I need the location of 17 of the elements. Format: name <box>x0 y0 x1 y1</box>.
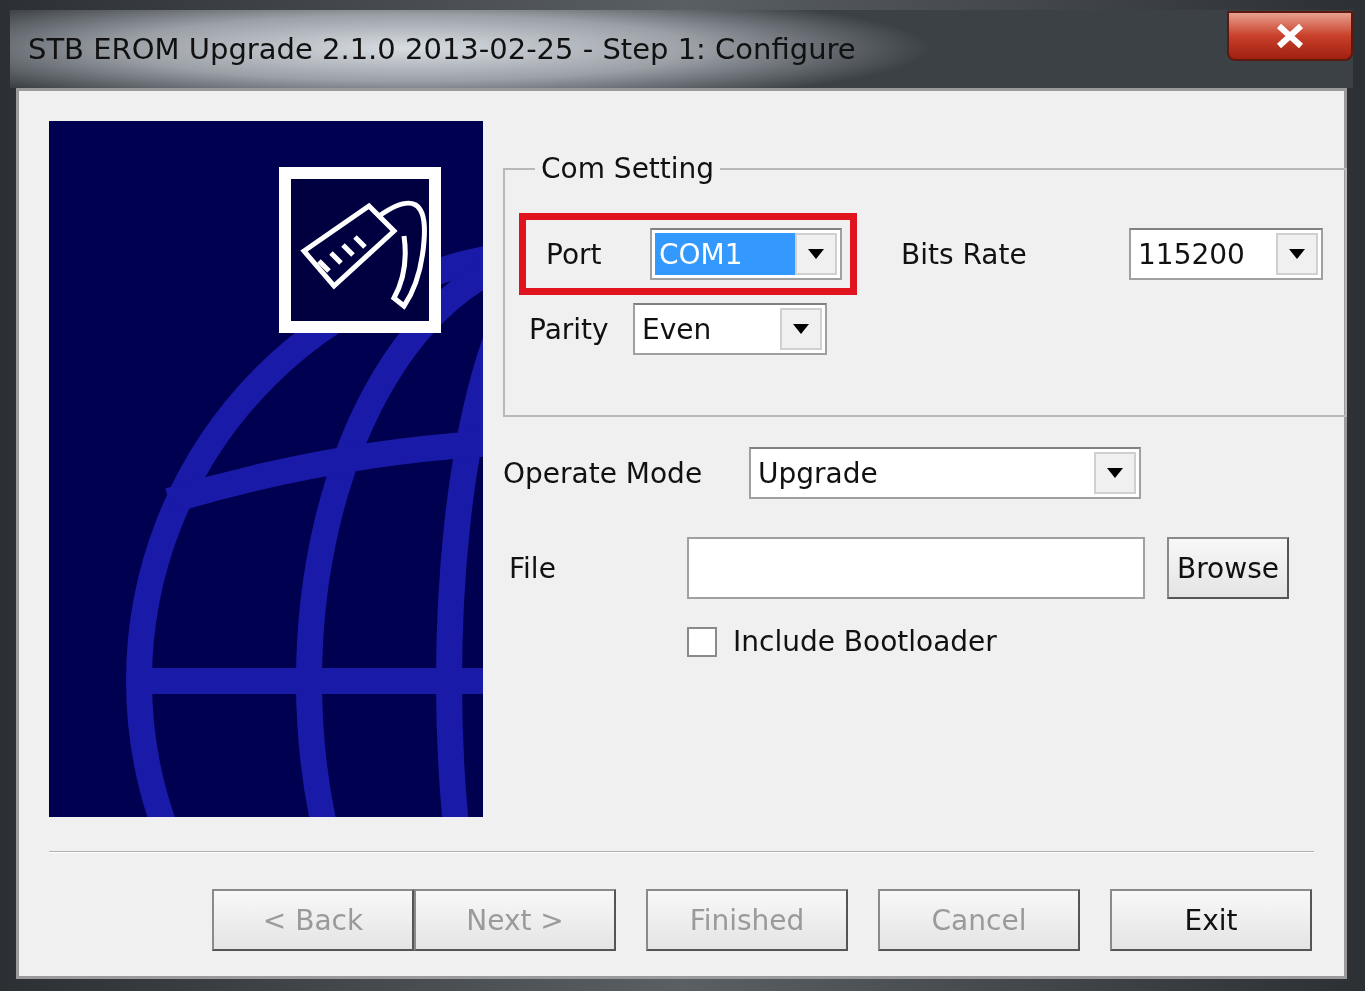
wizard-button[interactable]: Exit <box>1110 889 1312 951</box>
include-bootloader-label: Include Bootloader <box>733 625 998 658</box>
operate-mode-dropdown[interactable]: Upgrade <box>749 447 1141 499</box>
file-input-field[interactable] <box>687 537 1145 599</box>
parity-label: Parity <box>529 312 610 346</box>
close-icon[interactable] <box>1275 23 1305 49</box>
group-title: Com Setting <box>540 155 716 183</box>
checkbox[interactable] <box>687 626 717 657</box>
port-label: Port <box>546 237 603 271</box>
parity-dropdown[interactable]: Even <box>633 303 827 355</box>
close-button[interactable] <box>1227 11 1353 61</box>
window-title: STB EROM Upgrade 2.1.0 2013-02-25 - Step 1: Configure <box>28 32 856 66</box>
operate-mode-label: Operate Mode <box>503 456 704 490</box>
browse-button[interactable]: Browse <box>1167 537 1289 599</box>
bits-rate-label: Bits Rate <box>901 237 1028 271</box>
bits-rate-dropdown[interactable]: 115200 <box>1129 228 1323 280</box>
file-label: File <box>509 551 557 585</box>
